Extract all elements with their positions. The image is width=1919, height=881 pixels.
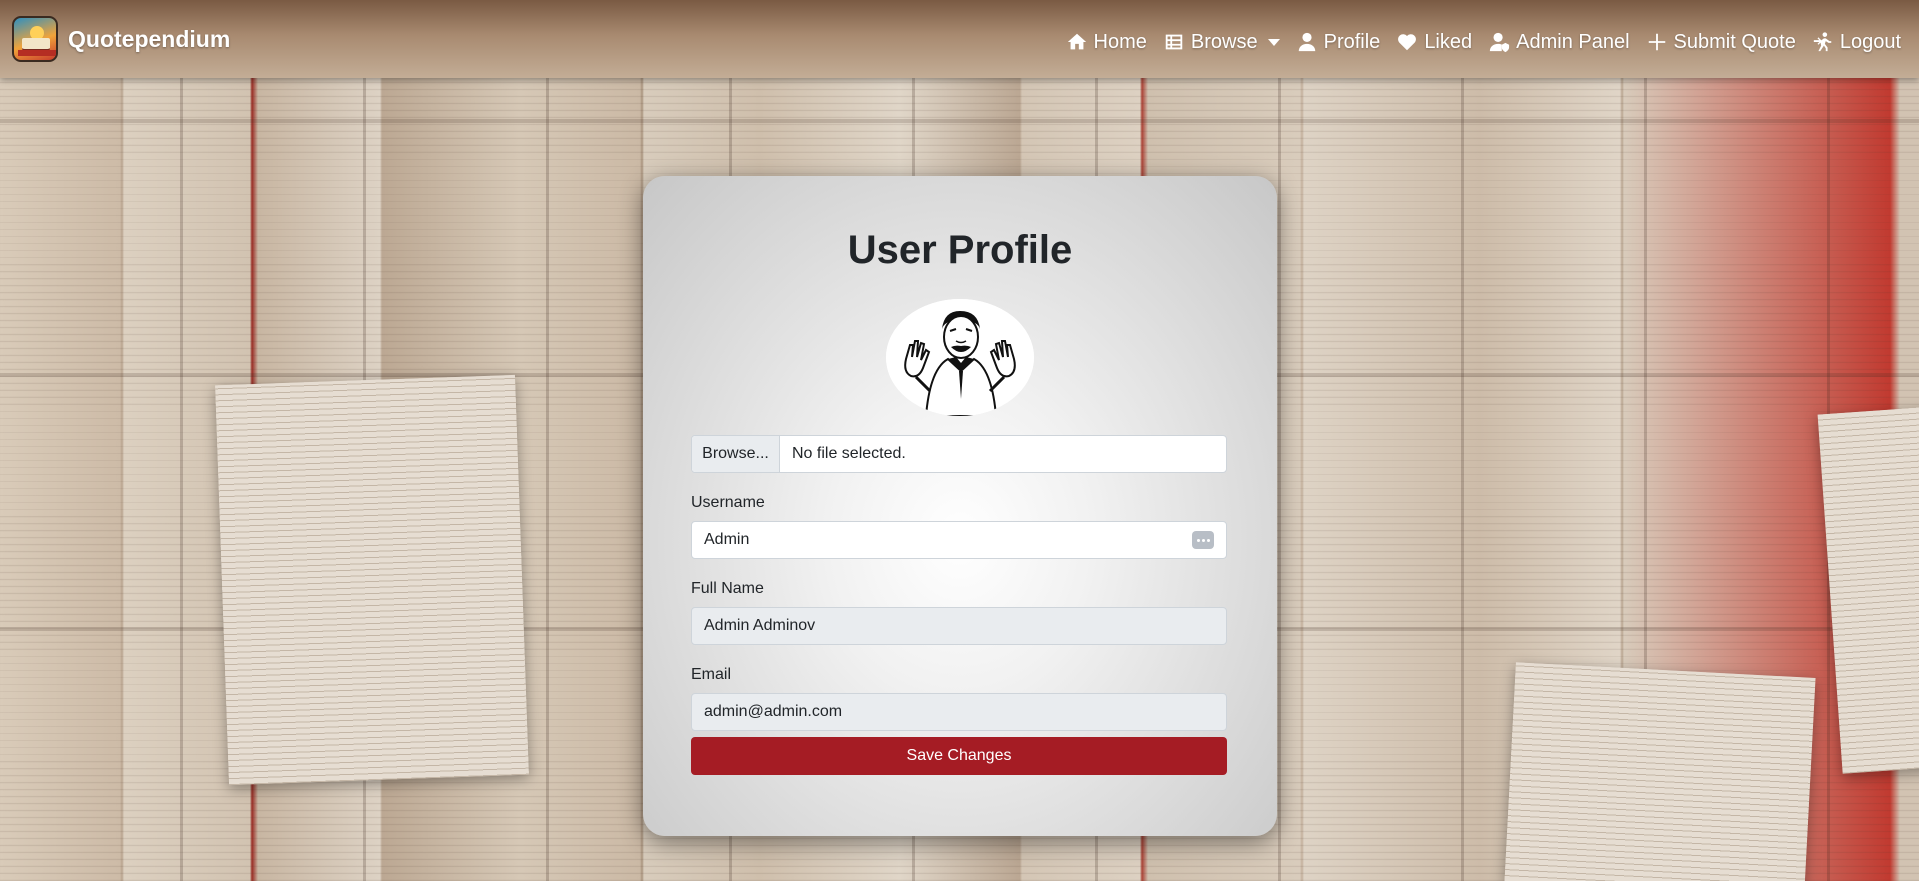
fullname-label: Full Name [691, 580, 764, 597]
background-book [215, 374, 529, 786]
profile-card: User Profile Browse... No file selected. [643, 176, 1277, 836]
nav-submit-quote[interactable]: Submit Quote [1646, 31, 1796, 54]
profile-form: Browse... No file selected. Username Adm… [691, 435, 1227, 775]
avatar [886, 299, 1034, 416]
password-manager-icon[interactable] [1192, 531, 1214, 549]
email-label: Email [691, 666, 732, 683]
fullname-field[interactable]: Admin Adminov [691, 607, 1227, 645]
username-field[interactable]: Admin [691, 521, 1227, 559]
username-label: Username [691, 494, 765, 511]
background-book [1504, 662, 1816, 881]
quotependium-logo [12, 16, 58, 62]
home-icon [1067, 33, 1086, 50]
fullname-value: Admin Adminov [704, 617, 816, 634]
username-value: Admin [704, 531, 750, 548]
nav-home[interactable]: Home [1066, 31, 1147, 54]
background-book [1817, 406, 1919, 774]
user-shield-icon [1489, 32, 1510, 53]
brand[interactable]: Quotependium [12, 16, 230, 62]
nav-profile[interactable]: Profile [1296, 31, 1380, 54]
nav-admin-panel[interactable]: Admin Panel [1488, 31, 1630, 54]
file-status: No file selected. [792, 445, 906, 462]
email-value: admin@admin.com [704, 703, 843, 720]
list-icon [1165, 34, 1183, 50]
top-navbar: Quotependium Home Browse Profile Liked A… [0, 0, 1919, 78]
chevron-down-icon [1267, 38, 1280, 46]
heart-icon [1398, 34, 1417, 51]
nav-liked[interactable]: Liked [1396, 31, 1472, 54]
avatar-illustration [886, 299, 1034, 416]
nav-logout[interactable]: Logout [1812, 31, 1901, 54]
brand-name[interactable]: Quotependium [68, 26, 230, 53]
avatar-file-input[interactable]: Browse... No file selected. [691, 435, 1227, 473]
page-title: User Profile [847, 228, 1073, 272]
browse-file-button[interactable]: Browse... [692, 436, 780, 472]
nav-links: Home Browse Profile Liked Admin Panel Su… [1066, 25, 1907, 54]
nav-browse-dropdown[interactable]: Browse [1163, 31, 1280, 54]
save-changes-button[interactable]: Save Changes [691, 737, 1227, 775]
logout-icon [1813, 32, 1832, 52]
user-icon [1298, 32, 1315, 52]
plus-icon [1648, 33, 1665, 51]
email-field[interactable]: admin@admin.com [691, 693, 1227, 731]
